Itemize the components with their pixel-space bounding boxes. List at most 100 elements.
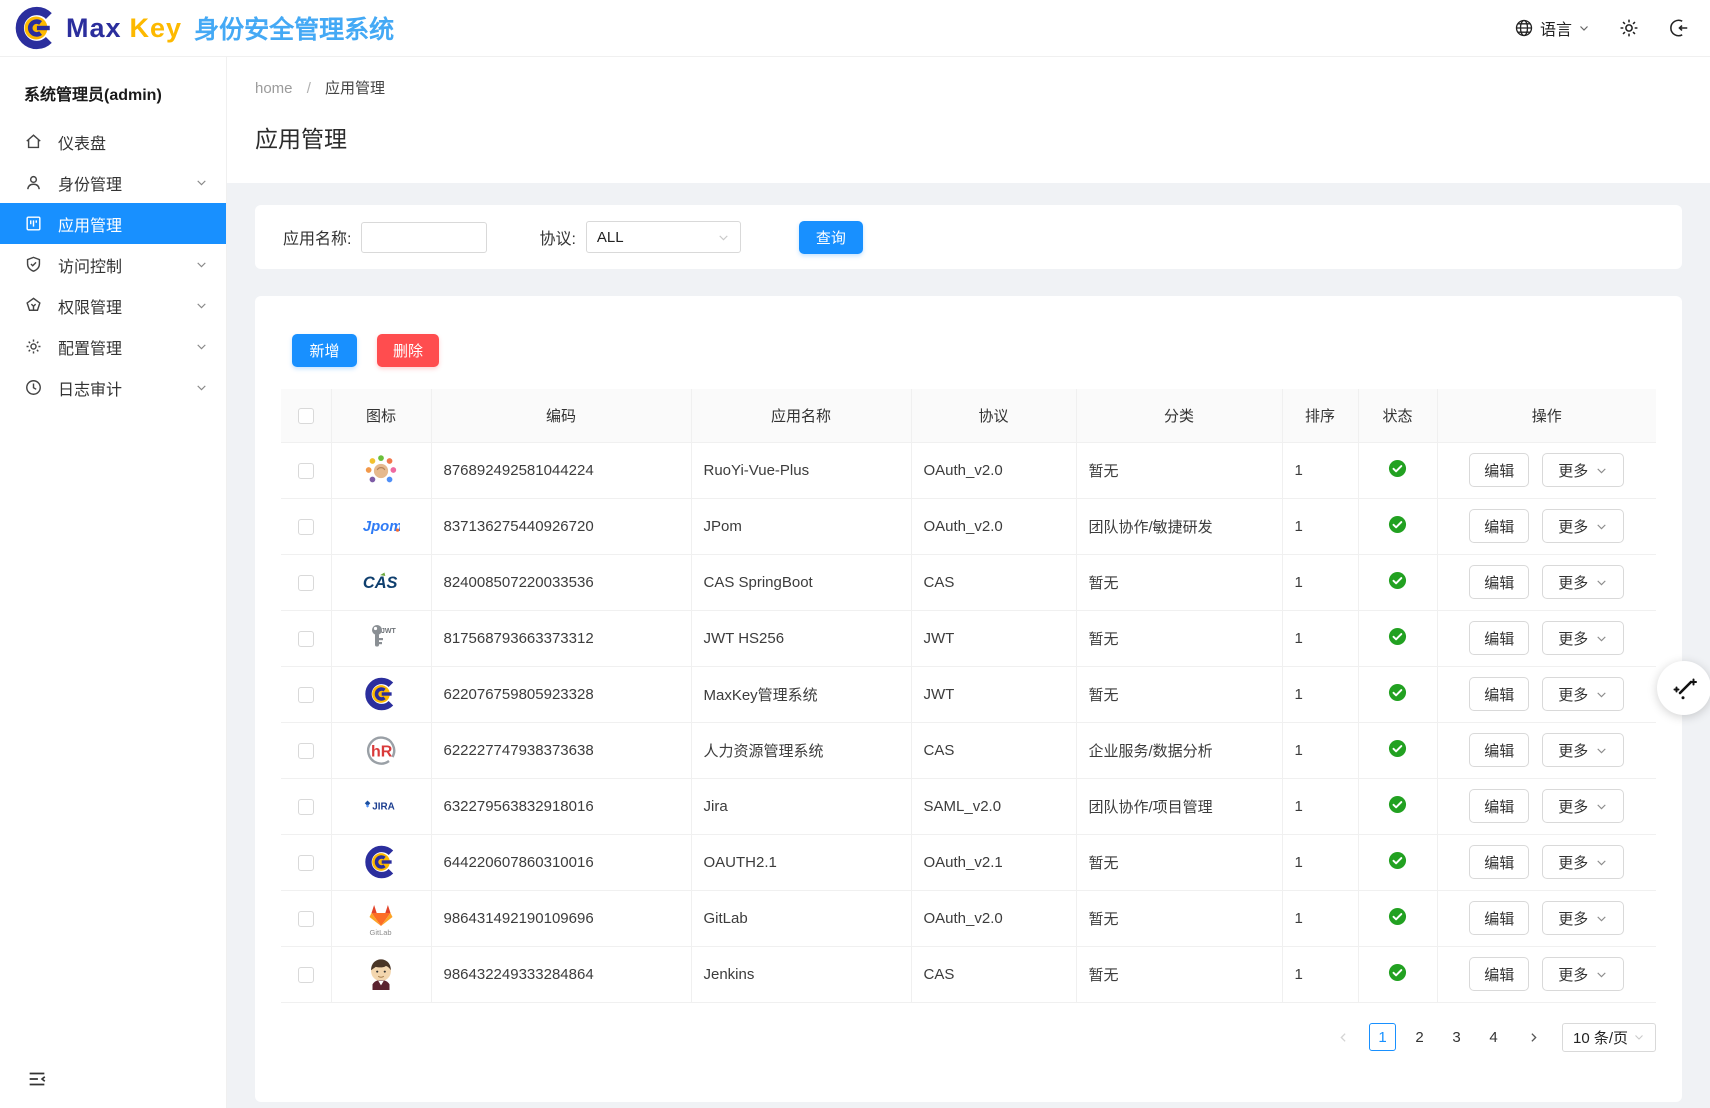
chevron-down-icon	[1595, 576, 1608, 589]
sidebar-item-audit[interactable]: 日志审计	[0, 367, 226, 408]
select-all-checkbox[interactable]	[298, 408, 314, 424]
edit-button[interactable]: 编辑	[1469, 901, 1529, 935]
app-protocol: JWT	[911, 666, 1076, 722]
sidebar-item-settings[interactable]: 配置管理	[0, 326, 226, 367]
maxkey-logo	[362, 843, 400, 881]
edit-button[interactable]: 编辑	[1469, 845, 1529, 879]
sidebar-item-identity[interactable]: 身份管理	[0, 162, 226, 203]
table-row: CAS824008507220033536CAS SpringBootCAS暂无…	[281, 554, 1656, 610]
more-button[interactable]: 更多	[1542, 957, 1624, 991]
app-status-cell	[1358, 890, 1437, 946]
maxkey-logo	[362, 675, 400, 713]
settings-button[interactable]	[1618, 17, 1640, 39]
row-checkbox[interactable]	[298, 855, 314, 871]
sidebar: 系统管理员(admin) 仪表盘身份管理应用管理访问控制权限管理配置管理日志审计	[0, 57, 227, 1108]
row-actions-cell: 编辑更多	[1437, 778, 1656, 834]
edit-button[interactable]: 编辑	[1469, 621, 1529, 655]
app-protocol: OAuth_v2.0	[911, 890, 1076, 946]
breadcrumb-home-link[interactable]: home	[255, 80, 293, 97]
page-size-select[interactable]: 10 条/页	[1562, 1023, 1656, 1052]
row-checkbox[interactable]	[298, 911, 314, 927]
app-name-input[interactable]	[361, 222, 487, 253]
more-button[interactable]: 更多	[1542, 509, 1624, 543]
search-button[interactable]: 查询	[799, 221, 863, 254]
audit-icon	[24, 378, 44, 398]
more-button[interactable]: 更多	[1542, 845, 1624, 879]
row-checkbox[interactable]	[298, 967, 314, 983]
sidebar-item-permission[interactable]: 权限管理	[0, 285, 226, 326]
magic-wand-icon	[1670, 674, 1698, 702]
row-actions-cell: 编辑更多	[1437, 498, 1656, 554]
edit-button[interactable]: 编辑	[1469, 565, 1529, 599]
more-button[interactable]: 更多	[1542, 901, 1624, 935]
more-button[interactable]: 更多	[1542, 453, 1624, 487]
table-row: hR622227747938373638人力资源管理系统CAS企业服务/数据分析…	[281, 722, 1656, 778]
pagination-page-1[interactable]: 1	[1369, 1023, 1396, 1051]
svg-text:hR: hR	[371, 744, 393, 761]
sidebar-item-dashboard[interactable]: 仪表盘	[0, 121, 226, 162]
gear-icon	[1618, 17, 1640, 39]
app-category: 暂无	[1076, 554, 1282, 610]
app-name: CAS SpringBoot	[691, 554, 911, 610]
app-status-cell	[1358, 442, 1437, 498]
header-actions: 语言	[1514, 16, 1690, 40]
apps-table: 图标编码应用名称协议分类排序状态操作 876892492581044224Ruo…	[281, 389, 1656, 1003]
edit-button[interactable]: 编辑	[1469, 733, 1529, 767]
chevron-down-icon	[195, 381, 208, 394]
more-button[interactable]: 更多	[1542, 565, 1624, 599]
more-button[interactable]: 更多	[1542, 621, 1624, 655]
protocol-select[interactable]: ALL	[586, 221, 741, 253]
pagination-page-4[interactable]: 4	[1480, 1023, 1507, 1051]
sidebar-item-access[interactable]: 访问控制	[0, 244, 226, 285]
app-category: 企业服务/数据分析	[1076, 722, 1282, 778]
add-button[interactable]: 新增	[292, 334, 357, 367]
row-checkbox[interactable]	[298, 519, 314, 535]
row-checkbox[interactable]	[298, 631, 314, 647]
app-status-cell	[1358, 946, 1437, 1002]
edit-button[interactable]: 编辑	[1469, 957, 1529, 991]
collapse-sidebar-button[interactable]	[26, 1068, 48, 1090]
more-button[interactable]: 更多	[1542, 733, 1624, 767]
svg-text:JWT: JWT	[381, 628, 397, 635]
logout-button[interactable]	[1668, 17, 1690, 39]
app-name-label: 应用名称:	[283, 225, 351, 249]
more-button[interactable]: 更多	[1542, 789, 1624, 823]
page-head: home / 应用管理 应用管理	[227, 57, 1710, 183]
permission-icon	[24, 296, 44, 316]
chevron-down-icon	[1595, 968, 1608, 981]
row-checkbox[interactable]	[298, 575, 314, 591]
edit-button[interactable]: 编辑	[1469, 789, 1529, 823]
pagination-prev-button[interactable]	[1330, 1023, 1356, 1051]
edit-button[interactable]: 编辑	[1469, 453, 1529, 487]
chevron-down-icon	[1595, 856, 1608, 869]
pagination-page-3[interactable]: 3	[1443, 1023, 1470, 1051]
status-enabled-icon	[1388, 627, 1407, 646]
more-button[interactable]: 更多	[1542, 677, 1624, 711]
row-checkbox[interactable]	[298, 463, 314, 479]
access-icon	[24, 255, 44, 275]
pagination-page-2[interactable]: 2	[1406, 1023, 1433, 1051]
maxkey-logo-icon	[14, 6, 58, 50]
sidebar-item-label: 权限管理	[58, 294, 195, 318]
sidebar-item-label: 身份管理	[58, 171, 195, 195]
row-select-cell	[281, 498, 331, 554]
table-row: 876892492581044224RuoYi-Vue-PlusOAuth_v2…	[281, 442, 1656, 498]
language-menu[interactable]: 语言	[1514, 16, 1590, 40]
pagination-next-button[interactable]	[1520, 1023, 1546, 1051]
chevron-left-icon	[1337, 1031, 1350, 1044]
magic-wand-button[interactable]	[1657, 661, 1710, 715]
row-checkbox[interactable]	[298, 687, 314, 703]
sidebar-item-apps[interactable]: 应用管理	[0, 203, 226, 244]
app-category: 暂无	[1076, 666, 1282, 722]
app-name: JPom	[691, 498, 911, 554]
edit-button[interactable]: 编辑	[1469, 509, 1529, 543]
row-checkbox[interactable]	[298, 743, 314, 759]
column-header: 编码	[431, 389, 691, 442]
app-name: RuoYi-Vue-Plus	[691, 442, 911, 498]
app-header: MaxKey 身份安全管理系统 语言	[0, 0, 1710, 57]
row-actions-cell: 编辑更多	[1437, 890, 1656, 946]
edit-button[interactable]: 编辑	[1469, 677, 1529, 711]
app-icon-cell: Jpom	[331, 498, 431, 554]
row-checkbox[interactable]	[298, 799, 314, 815]
delete-button[interactable]: 删除	[377, 334, 439, 367]
